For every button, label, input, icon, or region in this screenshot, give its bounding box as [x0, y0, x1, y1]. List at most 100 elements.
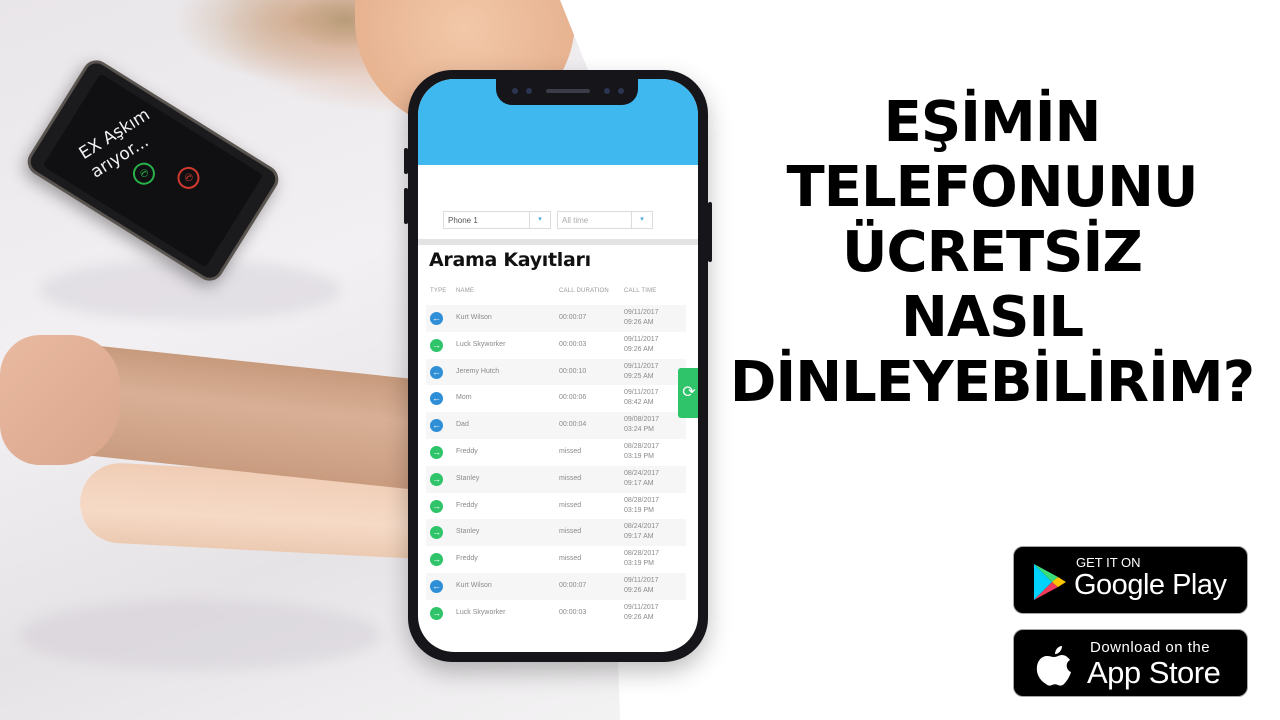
- outgoing-call-icon: →: [430, 526, 443, 540]
- call-name: Luck Skyworker: [456, 340, 506, 348]
- phone-select[interactable]: Phone 1 ▾: [443, 211, 551, 229]
- call-date: 08/24/2017: [624, 523, 660, 531]
- call-name: Freddy: [456, 555, 478, 563]
- app-store-badge[interactable]: Download on the App Store: [1013, 629, 1248, 697]
- call-name: Stanley: [456, 528, 480, 536]
- call-time: 08/24/2017 09:17 AM: [624, 522, 659, 542]
- refresh-button[interactable]: ⟳: [678, 368, 698, 418]
- call-name: Freddy: [456, 501, 478, 509]
- sensor-icon: [618, 88, 624, 94]
- column-header-duration: CALL DURATION: [559, 288, 609, 294]
- call-date: 09/08/2017: [624, 416, 660, 424]
- table-row[interactable]: ← Mom 00:00:06 09/11/2017 08:42 AM: [426, 385, 686, 412]
- call-time: 08/28/2017 03:19 PM: [624, 549, 659, 569]
- headline-line: NASIL: [900, 285, 1084, 350]
- table-row[interactable]: → Luck Skyworker 00:00:03 09/11/2017 09:26 A…: [426, 600, 686, 627]
- headline: EŞİMİN TELEFONUNU ÜCRETSİZ NASIL DİNLEYE…: [712, 90, 1272, 415]
- call-log-table: ← Kurt Wilson 00:00:07 09/11/2017 09:26 AM → L…: [426, 305, 686, 627]
- call-duration: 00:00:07: [559, 581, 587, 589]
- headline-line: ÜCRETSİZ: [842, 220, 1143, 285]
- outgoing-call-icon: →: [430, 499, 443, 513]
- call-date: 09/11/2017: [624, 389, 659, 397]
- call-date: 08/28/2017: [624, 550, 660, 558]
- call-clock-time: 03:19 PM: [624, 560, 654, 568]
- table-row[interactable]: → Stanley missed 08/24/2017 09:17 AM: [426, 519, 686, 547]
- call-duration: missed: [559, 501, 582, 509]
- call-name: Mom: [456, 394, 472, 402]
- table-row[interactable]: → Freddy missed 08/28/2017 03:19 PM: [426, 493, 686, 520]
- call-name: Jeremy Hutch: [456, 367, 500, 375]
- call-clock-time: 03:19 PM: [624, 506, 654, 514]
- badge-subtitle: Download on the: [1090, 639, 1211, 656]
- phone-screen: Phone 1 ▾ All time ▾ Arama Kayıtları TYP…: [418, 79, 698, 652]
- call-date: 08/28/2017: [624, 442, 660, 450]
- table-row[interactable]: ← Kurt Wilson 00:00:07 09/11/2017 09:26 AM: [426, 305, 686, 332]
- call-clock-time: 03:19 PM: [624, 452, 654, 460]
- phone-select-value: Phone 1: [448, 216, 478, 225]
- table-row[interactable]: → Freddy missed 08/28/2017 03:19 PM: [426, 439, 686, 466]
- call-clock-time: 09:26 AM: [624, 586, 654, 594]
- speaker-grille: [546, 89, 590, 93]
- phone-accept-icon: ✆: [128, 158, 160, 189]
- call-duration: missed: [559, 447, 582, 455]
- call-clock-time: 09:17 AM: [624, 479, 654, 487]
- call-time: 08/28/2017 03:19 PM: [624, 496, 659, 516]
- call-name: Freddy: [456, 447, 478, 455]
- call-time: 08/28/2017 03:19 PM: [624, 442, 659, 462]
- call-date: 08/24/2017: [624, 469, 660, 477]
- incoming-call-icon: ←: [430, 365, 443, 379]
- call-date: 09/11/2017: [624, 603, 659, 611]
- headline-line: DİNLEYEBİLİRİM?: [729, 350, 1255, 415]
- google-play-icon: [1034, 564, 1066, 600]
- call-time: 09/11/2017 09:26 AM: [624, 603, 659, 623]
- table-row[interactable]: → Freddy missed 08/28/2017 03:19 PM: [426, 546, 686, 573]
- phone-notch: [496, 79, 638, 105]
- headline-line: TELEFONUNU: [786, 155, 1199, 220]
- call-duration: 00:00:03: [559, 608, 587, 616]
- outgoing-call-icon: →: [430, 445, 443, 459]
- refresh-icon: ⟳: [682, 384, 696, 401]
- call-clock-time: 09:26 AM: [624, 613, 654, 621]
- call-name: Kurt Wilson: [456, 581, 492, 589]
- call-date: 09/11/2017: [624, 576, 659, 584]
- chevron-down-icon: ▾: [631, 212, 652, 228]
- column-header-time: CALL TIME: [624, 288, 657, 294]
- call-time: 09/11/2017 09:26 AM: [624, 308, 659, 328]
- call-name: Stanley: [456, 474, 480, 482]
- outgoing-call-icon: →: [430, 472, 443, 486]
- call-date: 08/28/2017: [624, 496, 660, 504]
- column-header-type: TYPE: [430, 288, 447, 294]
- sensor-icon: [512, 88, 518, 94]
- google-play-badge[interactable]: GET IT ON Google Play: [1013, 546, 1248, 614]
- outgoing-call-icon: →: [430, 606, 443, 620]
- call-clock-time: 09:26 AM: [624, 345, 654, 353]
- phone-decline-icon: ✆: [173, 162, 204, 194]
- incoming-call-icon: ←: [430, 392, 443, 406]
- call-date: 09/11/2017: [624, 309, 659, 316]
- call-clock-time: 09:26 AM: [624, 319, 654, 326]
- call-clock-time: 09:17 AM: [624, 533, 654, 541]
- page-title: Arama Kayıtları: [429, 249, 591, 271]
- table-row[interactable]: → Luck Skyworker 00:00:03 09/11/2017 09:26 A…: [426, 332, 686, 359]
- table-row[interactable]: ← Dad 00:00:04 09/08/2017 03:24 PM: [426, 412, 686, 439]
- call-name: Dad: [456, 421, 469, 429]
- call-duration: 00:00:10: [559, 367, 587, 375]
- camera-icon: [526, 88, 532, 94]
- chevron-down-icon: ▾: [529, 212, 550, 228]
- call-clock-time: 03:24 PM: [624, 426, 654, 434]
- table-row[interactable]: ← Jeremy Hutch 00:00:10 09/11/2017 09:25 AM: [426, 358, 686, 386]
- call-duration: 00:00:04: [559, 421, 587, 429]
- call-name: Luck Skyworker: [456, 608, 506, 616]
- column-header-name: NAME: [456, 288, 475, 294]
- incoming-call-icon: ←: [430, 419, 443, 433]
- outgoing-call-icon: →: [430, 553, 443, 567]
- smartphone-mockup: Phone 1 ▾ All time ▾ Arama Kayıtları TYP…: [404, 70, 712, 662]
- filter-bar: Phone 1 ▾ All time ▾: [418, 165, 698, 245]
- table-row[interactable]: ← Kurt Wilson 00:00:07 09/11/2017 09:26 AM: [426, 572, 686, 600]
- call-time: 09/11/2017 09:25 AM: [624, 362, 659, 382]
- time-range-select[interactable]: All time ▾: [557, 211, 653, 229]
- call-duration: missed: [559, 555, 582, 563]
- call-duration: missed: [559, 528, 582, 536]
- table-row[interactable]: → Stanley missed 08/24/2017 09:17 AM: [426, 465, 686, 493]
- call-duration: 00:00:03: [559, 340, 587, 348]
